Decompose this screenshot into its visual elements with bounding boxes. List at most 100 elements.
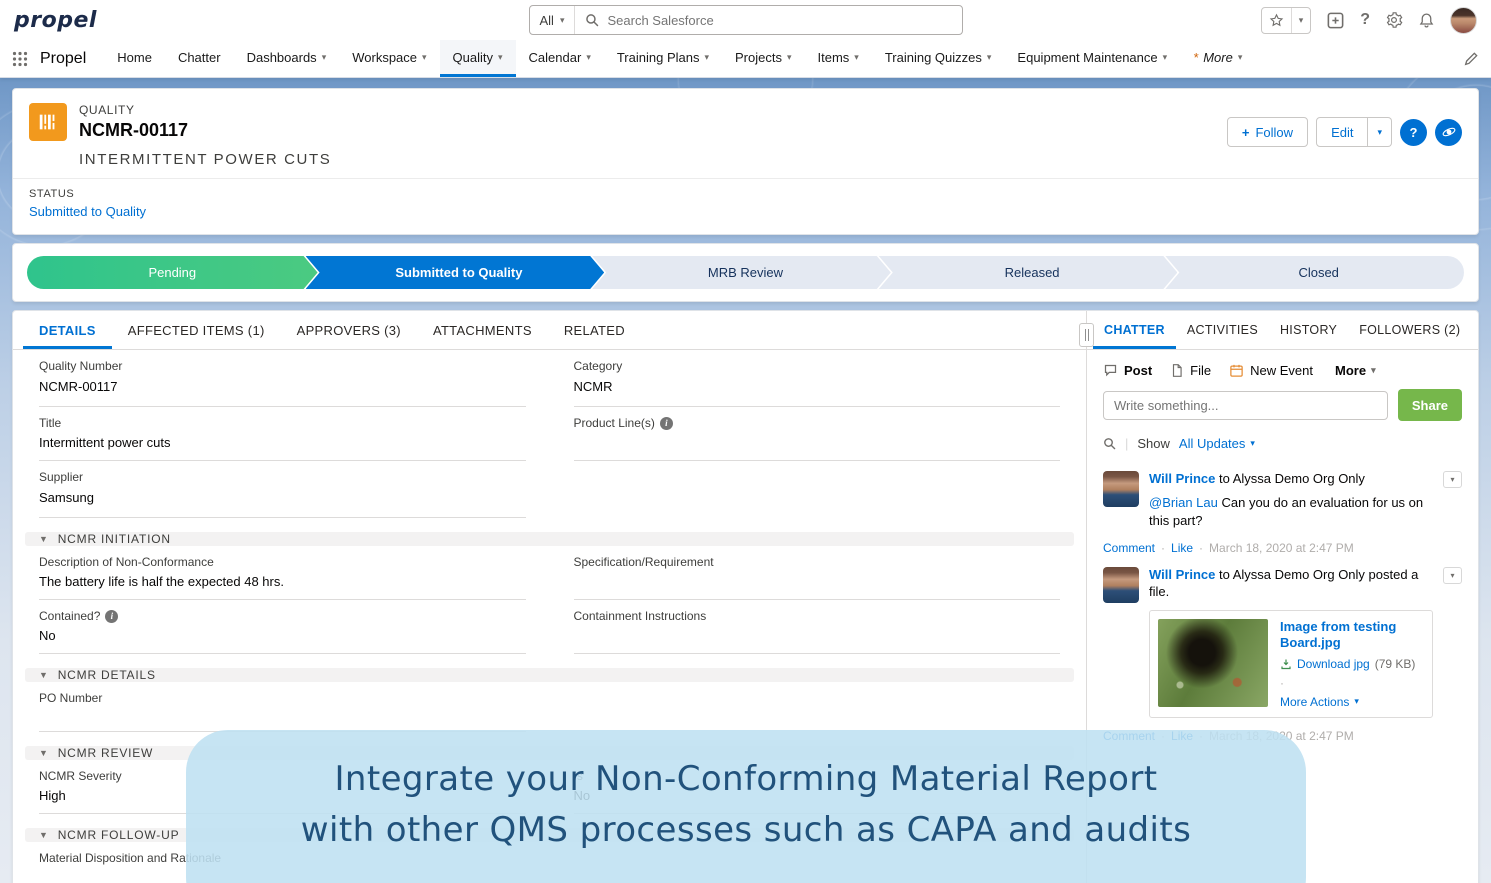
nav-tab-chatter[interactable]: Chatter — [165, 40, 234, 77]
section-title: NCMR REVIEW — [57, 746, 154, 760]
mention-link[interactable]: @Brian Lau — [1149, 495, 1218, 510]
tab-chatter[interactable]: CHATTER — [1093, 311, 1176, 349]
path-stage-released[interactable]: Released — [879, 256, 1178, 289]
search-icon — [585, 13, 599, 27]
nav-tab-label: Training Quizzes — [884, 49, 982, 65]
path-stage-closed[interactable]: Closed — [1165, 256, 1464, 289]
info-icon[interactable]: i — [105, 609, 119, 623]
favorites-dropdown-button[interactable]: ▾ — [1290, 7, 1311, 33]
bell-icon[interactable] — [1418, 12, 1435, 29]
app-launcher-icon[interactable] — [12, 51, 28, 67]
tab-affected-items[interactable]: AFFECTED ITEMS (1) — [112, 311, 281, 349]
tab-related[interactable]: RELATED — [548, 311, 641, 349]
path-stage-pending[interactable]: Pending — [27, 256, 318, 289]
show-label: Show — [1137, 436, 1170, 451]
nav-tab-quality[interactable]: Quality ▾ — [439, 40, 516, 77]
nav-tab-items[interactable]: Items ▾ — [805, 40, 872, 77]
app-navigation-bar: Propel Home Chatter Dashboards ▾ Workspac… — [0, 40, 1491, 78]
section-collapse-icon: ▼ — [39, 748, 49, 758]
divider: | — [1125, 436, 1129, 451]
nav-tab-equipment-maintenance[interactable]: Equipment Maintenance ▾ — [1004, 40, 1180, 77]
like-link[interactable]: Like — [1171, 541, 1193, 555]
gear-icon[interactable] — [1385, 11, 1403, 29]
nav-tab-dashboards[interactable]: Dashboards ▾ — [234, 40, 340, 77]
field-title: Title Intermittent power cuts — [39, 407, 526, 461]
info-icon[interactable]: i — [659, 416, 673, 430]
nav-tab-home[interactable]: Home — [104, 40, 165, 77]
search-scope-dropdown[interactable]: All ▾ — [530, 6, 576, 34]
nav-tab-calendar[interactable]: Calendar ▾ — [516, 40, 604, 77]
attachment-filename-link[interactable]: Image from testing Board.jpg — [1280, 619, 1424, 652]
search-input[interactable] — [607, 12, 952, 28]
nav-tab-label: Calendar — [528, 49, 582, 65]
feed-item-menu-button[interactable]: ▾ — [1443, 471, 1462, 488]
user-avatar[interactable] — [1450, 6, 1477, 34]
panel-resize-handle[interactable] — [1079, 323, 1094, 347]
feed-item-menu-button[interactable]: ▾ — [1443, 567, 1462, 585]
comment-link[interactable]: Comment — [1103, 541, 1155, 555]
chevron-down-icon: ▾ — [1377, 126, 1382, 137]
category-link[interactable]: NCMR — [574, 379, 613, 394]
edit-dropdown-button[interactable]: ▾ — [1368, 117, 1392, 147]
feed-author-link[interactable]: Will Prince — [1149, 471, 1215, 486]
nav-tab-training-plans[interactable]: Training Plans ▾ — [604, 40, 722, 77]
quality-number-link[interactable]: NCMR-00117 — [39, 379, 118, 394]
chatter-composer-input[interactable] — [1103, 390, 1388, 420]
tab-approvers[interactable]: APPROVERS (3) — [281, 311, 417, 349]
status-value-link[interactable]: Submitted to Quality — [29, 204, 146, 219]
help-icon[interactable]: ? — [1360, 11, 1370, 29]
avatar[interactable] — [1103, 567, 1139, 604]
propel-logo: propel — [14, 7, 97, 33]
plus-icon: + — [1241, 124, 1250, 140]
new-event-action-button[interactable]: New Event — [1229, 363, 1313, 378]
orbit-icon — [1441, 124, 1457, 140]
field-label: Description of Non-Conformance — [39, 555, 214, 569]
tab-details[interactable]: DETAILS — [23, 311, 112, 349]
path-stage-submitted-to-quality[interactable]: Submitted to Quality — [306, 256, 605, 289]
path-stage-mrb-review[interactable]: MRB Review — [592, 256, 891, 289]
tab-activities[interactable]: ACTIVITIES — [1176, 311, 1269, 349]
field-description: Description of Non-Conformance The batte… — [39, 546, 526, 600]
nav-tab-projects[interactable]: Projects ▾ — [722, 40, 805, 77]
in-app-help-button[interactable]: ? — [1400, 118, 1427, 146]
quick-create-icon[interactable] — [1326, 11, 1345, 30]
nav-tab-training-quizzes[interactable]: Training Quizzes ▾ — [872, 40, 1005, 77]
guidance-orbit-button[interactable] — [1435, 118, 1462, 146]
section-ncmr-details[interactable]: ▼ NCMR DETAILS — [25, 668, 1074, 682]
attachment-thumbnail[interactable] — [1158, 619, 1268, 708]
publisher-more-button[interactable]: More ▾ — [1335, 363, 1376, 378]
pencil-icon[interactable] — [1463, 51, 1479, 67]
section-ncmr-initiation[interactable]: ▼ NCMR INITIATION — [25, 532, 1074, 546]
search-icon[interactable] — [1103, 437, 1116, 450]
nav-tab-workspace[interactable]: Workspace ▾ — [339, 40, 439, 77]
share-button[interactable]: Share — [1397, 389, 1462, 421]
path-stage-label: Pending — [148, 265, 197, 280]
feed-author-link[interactable]: Will Prince — [1149, 567, 1215, 582]
tab-history[interactable]: HISTORY — [1269, 311, 1348, 349]
banner-line-2: with other QMS processes such as CAPA an… — [300, 810, 1192, 850]
path-stage-label: Closed — [1298, 265, 1339, 280]
feed-filter-value[interactable]: All Updates — [1179, 436, 1245, 451]
more-actions-link[interactable]: More Actions — [1280, 695, 1349, 709]
favorites-button-group[interactable]: ▾ — [1260, 6, 1312, 34]
attachment-more-actions[interactable]: More Actions ▾ — [1280, 695, 1424, 709]
follow-button[interactable]: + Follow — [1226, 117, 1309, 147]
star-icon[interactable] — [1262, 8, 1291, 33]
download-link[interactable]: Download jpg — [1297, 657, 1370, 671]
dot-separator: · — [1199, 541, 1204, 556]
download-icon — [1280, 658, 1292, 670]
edit-button[interactable]: Edit — [1316, 117, 1369, 147]
global-search[interactable]: All ▾ — [528, 5, 963, 35]
post-action-button[interactable]: Post — [1103, 363, 1152, 378]
chevron-down-icon: ▾ — [1450, 474, 1455, 484]
tab-followers[interactable]: FOLLOWERS (2) — [1348, 311, 1471, 349]
close-icon[interactable]: × — [1471, 320, 1478, 340]
feed-filter-select[interactable]: All Updates ▾ — [1179, 436, 1255, 451]
nav-tab-more[interactable]: * More ▾ — [1180, 40, 1255, 77]
entity-label: QUALITY — [79, 103, 135, 117]
supplier-link[interactable]: Samsung — [39, 490, 94, 505]
avatar[interactable] — [1103, 471, 1139, 507]
tab-attachments[interactable]: ATTACHMENTS — [417, 311, 548, 349]
file-action-button[interactable]: File — [1170, 363, 1211, 378]
help-button-label: ? — [1409, 124, 1418, 140]
